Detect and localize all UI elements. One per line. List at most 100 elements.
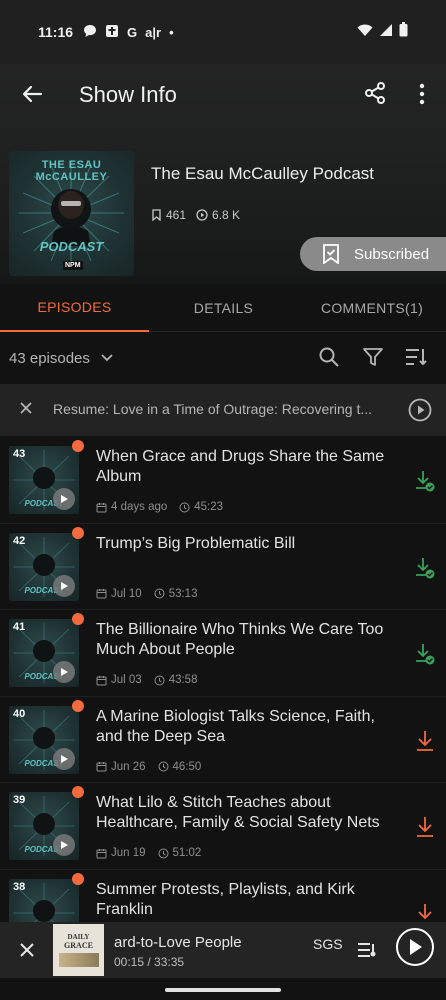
playback-speed-button[interactable]: SGS — [313, 936, 343, 952]
resume-close-button[interactable] — [18, 400, 36, 418]
system-navigation-bar — [0, 978, 446, 1000]
clock-icon — [158, 848, 169, 859]
resume-bar[interactable]: Resume: Love in a Time of Outrage: Recov… — [0, 384, 446, 436]
search-icon — [319, 347, 339, 367]
more-vertical-icon — [419, 83, 425, 105]
clock-icon — [154, 588, 165, 599]
new-episode-dot — [72, 872, 84, 885]
playlist-icon — [358, 943, 376, 957]
episode-duration: 51:02 — [172, 847, 202, 860]
episode-item[interactable]: PODCAST 39 What Lilo & Stitch Teaches ab… — [0, 783, 446, 870]
episode-item[interactable]: PODCAST 41 The Billionaire Who Thinks We… — [0, 610, 446, 697]
episode-title: When Grace and Drugs Share the Same Albu… — [96, 448, 385, 485]
episode-number: 41 — [13, 621, 26, 634]
google-icon: G — [127, 24, 138, 40]
show-header: Show Info THE ESAU McCAULLEY PODCAST NPM… — [0, 64, 446, 284]
episode-thumbnail: PODCAST 41 — [9, 619, 79, 688]
new-episode-dot — [72, 786, 84, 799]
share-button[interactable] — [362, 80, 390, 108]
toolbar: Show Info — [0, 64, 446, 124]
subscriber-stat: 461 — [151, 208, 186, 222]
status-bar: 11:16 G a|r • — [0, 0, 446, 64]
bible-app-icon — [105, 24, 119, 41]
tab-bar: EPISODES DETAILS COMMENTS(1) — [0, 284, 446, 332]
status-time: 11:16 — [38, 24, 74, 40]
search-button[interactable] — [318, 346, 342, 370]
subscriber-count: 461 — [166, 208, 187, 222]
sort-button[interactable] — [404, 346, 428, 370]
download-button[interactable] — [414, 729, 436, 753]
mini-player-close-button[interactable] — [18, 941, 36, 959]
play-icon — [61, 668, 68, 677]
resume-text: Resume: Love in a Time of Outrage: Recov… — [53, 401, 373, 417]
cover-top-text: THE ESAU McCAULLEY — [35, 159, 108, 183]
wifi-icon — [357, 23, 373, 42]
episode-count-dropdown[interactable]: 43 episodes — [9, 350, 114, 367]
subscribed-button[interactable]: Subscribed — [300, 237, 446, 271]
episode-item[interactable]: PODCAST 40 A Marine Biologist Talks Scie… — [0, 697, 446, 784]
chat-bubble-icon — [83, 24, 97, 41]
episode-duration: 43:58 — [168, 674, 198, 687]
episode-item[interactable]: PODCAST 43 When Grace and Drugs Share th… — [0, 437, 446, 524]
episode-title: A Marine Biologist Talks Science, Faith,… — [96, 707, 375, 745]
new-episode-dot — [72, 613, 84, 626]
new-episode-dot — [72, 526, 84, 539]
plays-stat: 6.8 K — [196, 208, 240, 222]
page-title: Show Info — [79, 82, 177, 107]
play-icon — [410, 939, 422, 955]
episode-play-button[interactable] — [53, 747, 75, 770]
episode-title: What Lilo & Stitch Teaches about Healthc… — [96, 794, 380, 832]
tab-episodes[interactable]: EPISODES — [0, 284, 149, 332]
episode-list: PODCAST 43 When Grace and Drugs Share th… — [0, 437, 446, 957]
episode-item[interactable]: PODCAST 42 Trump’s Big Problematic Bill … — [0, 524, 446, 611]
episode-number: 38 — [13, 880, 26, 893]
status-notification-icons: G a|r • — [83, 24, 174, 41]
episode-count-label: 43 episodes — [9, 349, 90, 367]
episode-date: 4 days ago — [111, 501, 168, 513]
dot-icon: • — [169, 24, 174, 40]
episode-meta: Jul 10 53:13 — [96, 588, 197, 600]
episode-duration: 53:13 — [168, 587, 198, 600]
filter-button[interactable] — [362, 346, 386, 370]
new-episode-dot — [72, 440, 84, 452]
mini-player[interactable]: DAILY GRACE ard-to-Love People 00:15 / 3… — [0, 922, 446, 978]
home-gesture-handle[interactable] — [165, 988, 281, 992]
episode-play-button[interactable] — [53, 488, 75, 510]
play-icon — [61, 581, 68, 590]
more-options-button[interactable] — [410, 80, 434, 108]
back-button[interactable] — [18, 80, 46, 108]
download-button[interactable] — [414, 469, 436, 493]
bookmark-check-icon — [323, 244, 339, 264]
battery-icon — [399, 22, 408, 42]
episode-date: Jul 10 — [111, 587, 142, 600]
artwork-line-1: DAILY — [67, 933, 90, 941]
download-button[interactable] — [414, 815, 436, 839]
download-button[interactable] — [414, 642, 436, 666]
now-playing-time: 00:15 / 33:35 — [114, 955, 185, 969]
calendar-icon — [96, 675, 107, 686]
downloaded-icon — [416, 644, 435, 665]
chevron-down-icon — [101, 354, 113, 362]
clock-icon — [154, 675, 165, 686]
queue-button[interactable] — [356, 940, 378, 960]
episode-date: Jun 26 — [111, 760, 146, 773]
play-circle-icon — [196, 209, 208, 221]
download-icon — [417, 817, 433, 838]
play-circle-icon — [408, 398, 432, 422]
calendar-icon — [96, 762, 107, 772]
downloaded-icon — [416, 557, 435, 579]
arrow-left-icon — [22, 85, 43, 103]
close-icon — [20, 943, 34, 957]
episode-play-button[interactable] — [53, 574, 75, 597]
mini-player-play-button[interactable] — [396, 928, 434, 966]
tab-comments[interactable]: COMMENTS(1) — [298, 284, 446, 332]
subscribed-label: Subscribed — [354, 245, 430, 263]
download-button[interactable] — [414, 556, 436, 580]
episode-number: 43 — [13, 448, 26, 460]
download-icon — [417, 730, 433, 751]
play-icon — [61, 754, 68, 763]
cover-bottom-text: PODCAST — [39, 239, 104, 254]
clock-icon — [179, 502, 190, 512]
tab-details[interactable]: DETAILS — [149, 284, 298, 332]
resume-play-button[interactable] — [408, 398, 432, 422]
